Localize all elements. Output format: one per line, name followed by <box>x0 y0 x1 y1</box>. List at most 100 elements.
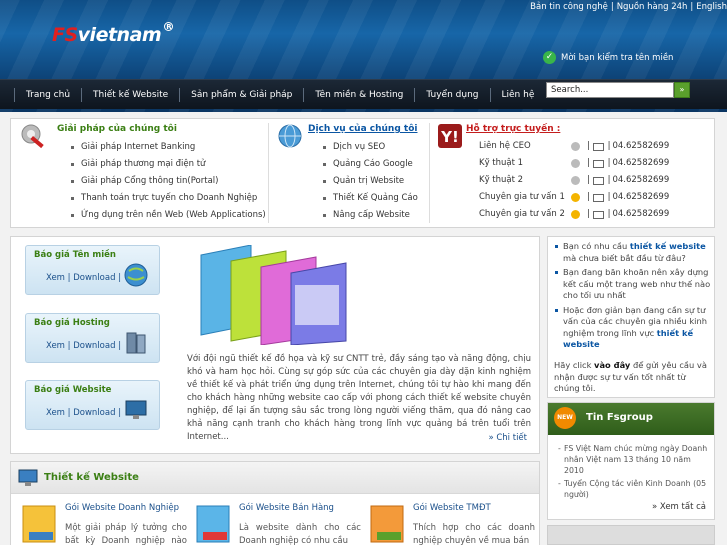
support-phone: 04.62582699 <box>612 158 670 168</box>
quote-sep: | <box>118 273 122 283</box>
quote-website: Báo giá Website Xem | Download | <box>25 380 160 430</box>
service-item[interactable]: Quảng Cáo Google <box>321 156 418 173</box>
package-ecommerce-image <box>370 505 404 543</box>
package-title[interactable]: Gói Website Doanh Nghiệp <box>65 503 179 513</box>
quote-links: Xem | Download | <box>46 408 121 418</box>
package-title[interactable]: Gói Website Bán Hàng <box>239 503 334 513</box>
quote-sep: | <box>67 408 71 418</box>
logo[interactable]: FSvietnam R <box>52 22 174 46</box>
support-sep: | <box>607 209 611 219</box>
consult-highlight-link[interactable]: thiết kế website <box>630 241 706 251</box>
website-screens-illustration <box>200 245 347 345</box>
globe-download-icon <box>124 263 148 287</box>
top-link-source[interactable]: Nguồn hàng 24h <box>617 2 688 12</box>
gear-tools-icon <box>21 124 44 149</box>
monitor-icon <box>18 469 38 486</box>
support-row[interactable]: Kỹ thuật 2 | | 04.62582699 <box>479 172 669 189</box>
service-item[interactable]: Dịch vụ SEO <box>321 139 418 156</box>
services-list: Dịch vụ SEO Quảng Cáo Google Quản trị We… <box>321 139 418 224</box>
consult-cta: Hãy click vào đây để gửi yêu cầu và nhận… <box>554 360 714 395</box>
consult-question: Bạn có nhu cầu thiết kế website mà chưa … <box>554 241 712 264</box>
quote-domain: Báo giá Tên miền Xem | Download | <box>25 245 160 295</box>
logo-fs: FS <box>52 24 78 46</box>
support-name: Chuyên gia tư vấn 1 <box>479 192 565 202</box>
nav-item-home[interactable]: Trang chủ <box>14 88 81 102</box>
support-name: Chuyên gia tư vấn 2 <box>479 209 565 219</box>
nav-item-contact[interactable]: Liên hệ <box>489 88 546 102</box>
mail-icon[interactable] <box>592 176 604 185</box>
solution-item[interactable]: Giải pháp Internet Banking <box>69 139 266 156</box>
support-row[interactable]: Kỹ thuật 1 | | 04.62582699 <box>479 155 669 172</box>
news-header: NEW Tin Fsgroup <box>548 403 714 435</box>
news-view-all-link[interactable]: » Xem tất cả <box>652 502 706 512</box>
support-row[interactable]: Liên hệ CEO | | 04.62582699 <box>479 138 669 155</box>
mail-icon[interactable] <box>592 193 604 202</box>
solution-item[interactable]: Thanh toán trực tuyến cho Doanh Nghiệp <box>69 190 266 207</box>
solution-item[interactable]: Ứng dụng trên nền Web (Web Applications) <box>69 207 266 224</box>
top-link-news[interactable]: Bản tin công nghệ <box>530 2 608 12</box>
quote-title: Báo giá Hosting <box>34 318 110 328</box>
support-phone: 04.62582699 <box>612 192 670 202</box>
support-title: Hỗ trợ trực tuyến : <box>466 124 561 134</box>
support-sep: | <box>607 175 611 185</box>
top-info-panel: Giải pháp của chúng tôi Giải pháp Intern… <box>10 118 715 228</box>
quote-sep: | <box>118 408 122 418</box>
consult-cta-link[interactable]: vào đây <box>594 360 630 370</box>
news-item[interactable]: FS Việt Nam chúc mừng ngày Doanh nhân Vi… <box>558 443 710 476</box>
header-banner: FSvietnam R Bản tin công nghệ | Nguồn hàn… <box>0 0 727 112</box>
divider <box>429 123 430 223</box>
consult-sidebar: Bạn có nhu cầu thiết kế website mà chưa … <box>547 236 715 398</box>
nav-item-products[interactable]: Sản phẩm & Giải pháp <box>179 88 303 102</box>
status-face-icon <box>571 176 580 185</box>
package-desc: Là website dành cho các Doanh nghiệp có … <box>239 523 361 545</box>
support-name: Kỹ thuật 1 <box>479 158 524 168</box>
mail-icon[interactable] <box>592 159 604 168</box>
support-name: Kỹ thuật 2 <box>479 175 524 185</box>
service-item[interactable]: Thiết Kế Quảng Cáo <box>321 190 418 207</box>
sidebar-bottom-box <box>547 525 715 545</box>
intro-panel: Báo giá Tên miền Xem | Download | Báo gi… <box>10 236 540 454</box>
consult-text: mà chưa biết bắt đầu từ đâu? <box>563 252 686 263</box>
consult-text: Hãy click <box>554 360 595 370</box>
quote-view-link[interactable]: Xem <box>46 408 65 418</box>
solutions-list: Giải pháp Internet Banking Giải pháp thư… <box>69 139 266 224</box>
search-box: Search... » <box>546 82 690 98</box>
globe-service-icon <box>278 124 302 148</box>
quote-download-link[interactable]: Download <box>73 408 115 418</box>
domain-check-link[interactable]: ✓ Mời bạn kiểm tra tên miền <box>543 51 673 64</box>
service-item[interactable]: Nâng cấp Website <box>321 207 418 224</box>
package-title[interactable]: Gói Website TMĐT <box>413 503 491 513</box>
web-design-panel: Thiết kế Website Gói Website Doanh Nghiệ… <box>10 461 540 545</box>
service-item[interactable]: Quản trị Website <box>321 173 418 190</box>
quote-view-link[interactable]: Xem <box>46 273 65 283</box>
services-title[interactable]: Dịch vụ của chúng tôi <box>308 124 418 134</box>
solution-item[interactable]: Giải pháp thương mại điện tử <box>69 156 266 173</box>
quote-download-link[interactable]: Download <box>73 273 115 283</box>
intro-text: Với đội ngũ thiết kế đồ họa và kỹ sư CNT… <box>187 354 531 442</box>
top-link-sep: | <box>690 2 694 12</box>
search-button[interactable]: » <box>674 82 690 98</box>
package-desc: Một giải pháp lý tưởng cho bất kỳ Doanh … <box>65 523 187 545</box>
quote-download-link[interactable]: Download <box>73 341 115 351</box>
top-link-english[interactable]: English <box>696 2 727 12</box>
support-row[interactable]: Chuyên gia tư vấn 1 | | 04.62582699 <box>479 189 669 206</box>
news-box: NEW Tin Fsgroup FS Việt Nam chúc mừng ng… <box>547 402 715 520</box>
top-links: Bản tin công nghệ | Nguồn hàng 24h | Eng… <box>530 2 727 12</box>
support-row[interactable]: Chuyên gia tư vấn 2 | | 04.62582699 <box>479 206 669 223</box>
nav-item-domain-hosting[interactable]: Tên miền & Hosting <box>303 88 414 102</box>
nav-item-careers[interactable]: Tuyển dụng <box>414 88 489 102</box>
news-title: Tin Fsgroup <box>586 412 653 423</box>
status-face-icon <box>571 142 580 151</box>
news-item[interactable]: Tuyển Cộng tác viên Kinh Doanh (05 người… <box>558 478 710 500</box>
quote-sep: | <box>67 273 71 283</box>
intro-more-link[interactable]: » Chi tiết <box>488 433 527 443</box>
quote-view-link[interactable]: Xem <box>46 341 65 351</box>
solution-item[interactable]: Giải pháp Cổng thông tin(Portal) <box>69 173 266 190</box>
quote-links: Xem | Download | <box>46 273 121 283</box>
package-desc: Thích hợp cho các doanh nghiệp chuyên về… <box>413 523 535 545</box>
mail-icon[interactable] <box>592 142 604 151</box>
nav-item-web-design[interactable]: Thiết kế Website <box>81 88 179 102</box>
mail-icon[interactable] <box>592 210 604 219</box>
domain-check-label: Mời bạn kiểm tra tên miền <box>561 52 674 63</box>
search-input[interactable]: Search... <box>546 82 674 98</box>
